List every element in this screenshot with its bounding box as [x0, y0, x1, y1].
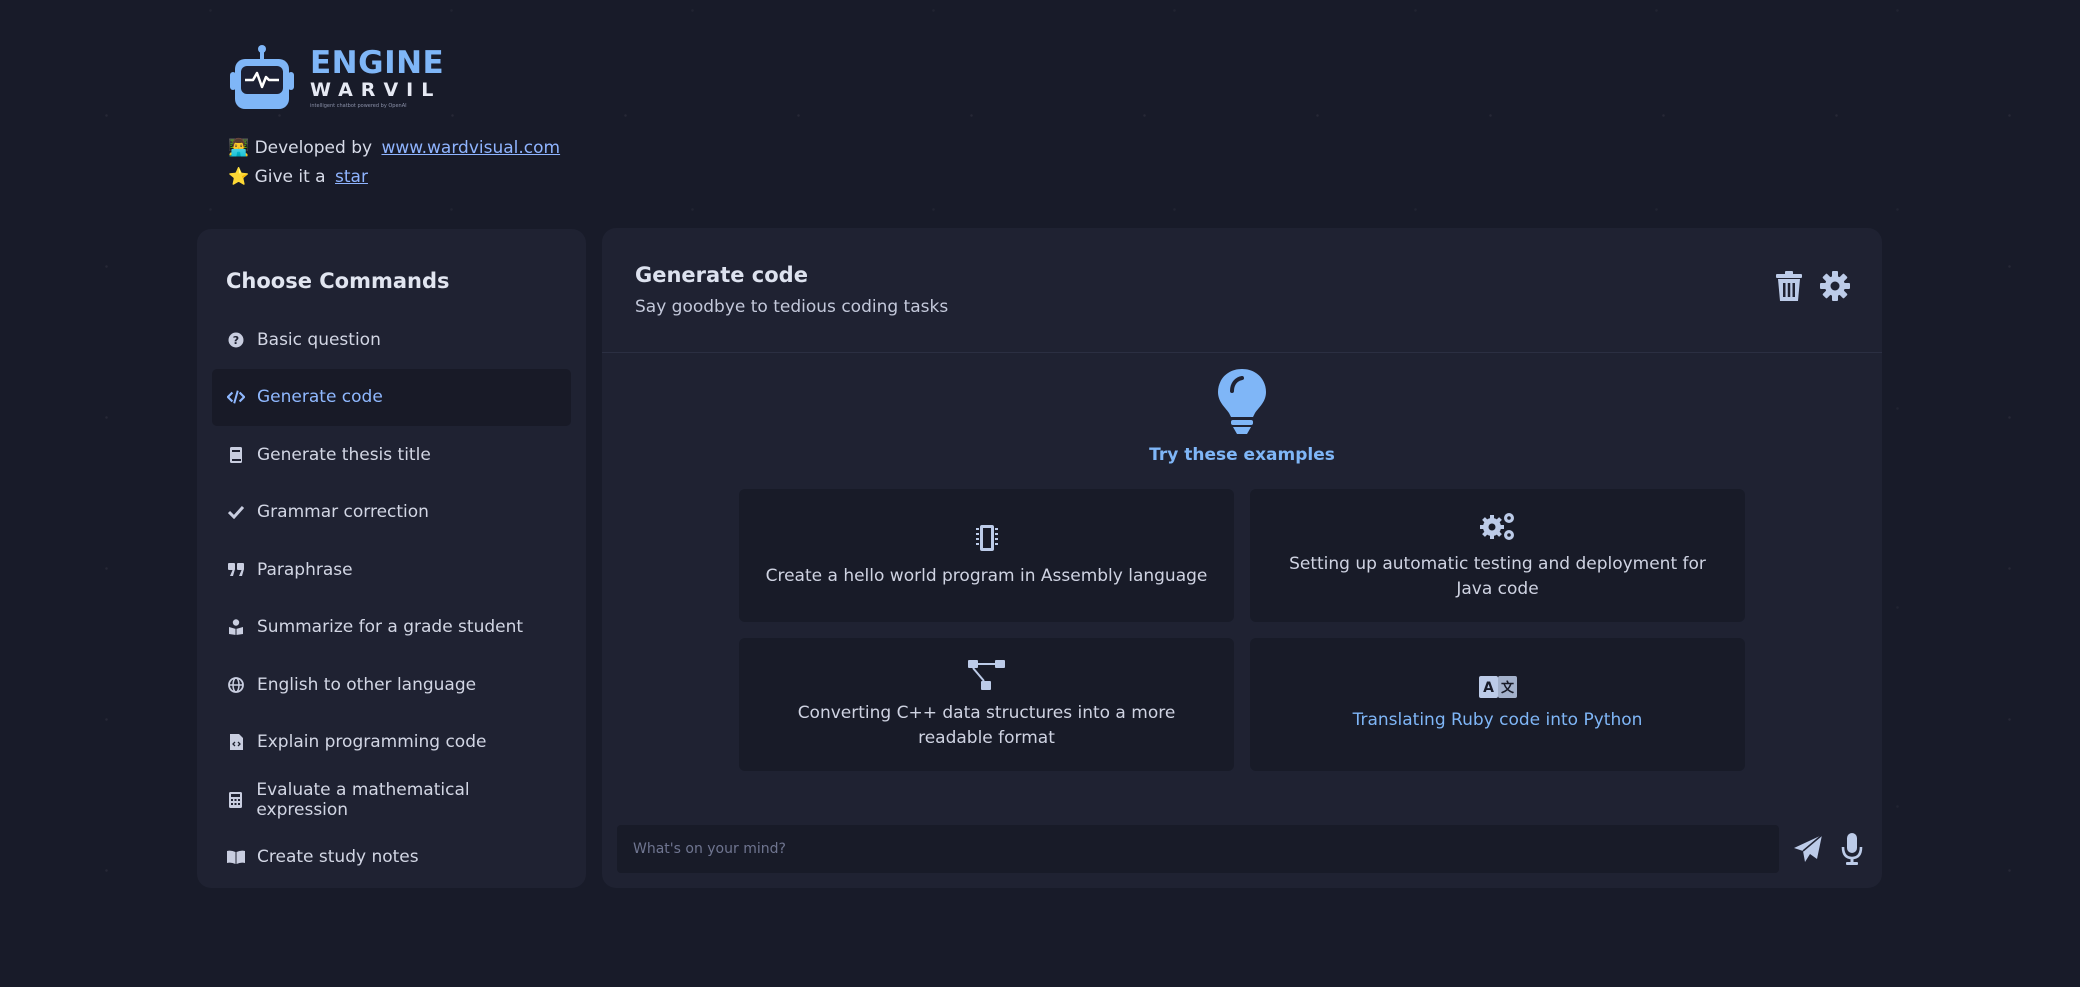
sidebar-item-label: Generate thesis title: [257, 444, 431, 465]
code-icon: [227, 388, 245, 406]
star-label: ⭐ Give it a: [228, 167, 326, 187]
globe-icon: [227, 676, 245, 694]
svg-text:文: 文: [1500, 680, 1514, 696]
lightbulb-icon: [1218, 369, 1266, 434]
microchip-icon: [975, 525, 998, 551]
page-subtitle: Say goodbye to tedious coding tasks: [635, 297, 949, 317]
header: ENGINE WARVIL intelligent chatbot powere…: [228, 44, 560, 192]
microphone-button[interactable]: [1837, 833, 1867, 865]
sidebar-item-explain-code[interactable]: Explain programming code: [212, 714, 571, 772]
sidebar-item-summarize[interactable]: Summarize for a grade student: [212, 599, 571, 657]
open-book-icon: [227, 848, 245, 866]
settings-button[interactable]: [1820, 270, 1850, 302]
developer-link[interactable]: www.wardvisual.com: [381, 138, 560, 158]
svg-text:?: ?: [233, 334, 239, 347]
sidebar-item-label: Basic question: [257, 329, 381, 350]
examples-section: Try these examples Create a hello world …: [602, 367, 1882, 771]
sidebar-item-english-translate[interactable]: English to other language: [212, 656, 571, 714]
star-line: ⭐ Give it a star: [228, 163, 560, 192]
logo-name-bottom: WARVIL: [310, 78, 442, 101]
svg-text:A: A: [1483, 680, 1494, 696]
student-icon: [227, 618, 245, 636]
sidebar-item-study-notes[interactable]: Create study notes: [212, 829, 571, 887]
gears-icon: [1479, 512, 1514, 540]
microphone-icon: [1841, 833, 1863, 865]
trash-icon: [1776, 271, 1802, 301]
gear-icon: [1820, 271, 1850, 301]
robot-logo-icon: [230, 45, 294, 109]
example-card-ruby-python[interactable]: A 文 Translating Ruby code into Python: [1250, 638, 1745, 771]
sidebar-item-label: Create study notes: [257, 847, 419, 868]
sitemap-icon: [967, 659, 1005, 690]
example-card-assembly[interactable]: Create a hello world program in Assembly…: [739, 489, 1234, 622]
examples-grid: Create a hello world program in Assembly…: [739, 489, 1745, 771]
chat-input-row: [617, 825, 1867, 873]
sidebar-item-generate-code[interactable]: Generate code: [212, 368, 571, 426]
book-icon: [227, 446, 245, 464]
file-code-icon: [227, 733, 245, 751]
question-circle-icon: ?: [227, 331, 245, 349]
calculator-icon: [227, 791, 244, 809]
logo-name-top: ENGINE: [310, 44, 445, 81]
chat-panel: Generate code Say goodbye to tedious cod…: [602, 228, 1882, 888]
example-text: Setting up automatic testing and deploym…: [1289, 553, 1706, 599]
sidebar-item-grammar-correction[interactable]: Grammar correction: [212, 484, 571, 542]
logo-tagline: intelligent chatbot powered by OpenAI: [310, 102, 407, 109]
logo[interactable]: ENGINE WARVIL intelligent chatbot powere…: [228, 44, 560, 112]
example-card-cpp[interactable]: Converting C++ data structures into a mo…: [739, 638, 1234, 771]
credits: 👨‍💻 Developed by www.wardvisual.com ⭐ Gi…: [228, 134, 560, 192]
sidebar-item-label: Generate code: [257, 387, 383, 408]
sidebar-item-label: Explain programming code: [257, 732, 487, 753]
developed-by-label: 👨‍💻 Developed by: [228, 138, 373, 158]
sidebar-item-label: Grammar correction: [257, 502, 429, 523]
quote-icon: [227, 561, 245, 579]
clear-chat-button[interactable]: [1774, 270, 1804, 302]
examples-heading: Try these examples: [1149, 445, 1335, 465]
sidebar-item-label: Evaluate a mathematical expression: [256, 779, 470, 820]
page-title: Generate code: [635, 263, 808, 287]
check-icon: [227, 503, 245, 521]
send-button[interactable]: [1791, 833, 1825, 865]
example-text: Converting C++ data structures into a mo…: [797, 702, 1176, 748]
commands-sidebar: Choose Commands ? Basic question Generat…: [197, 229, 586, 888]
commands-list: ? Basic question Generate code Generate …: [212, 311, 571, 886]
sidebar-item-label: Paraphrase: [257, 559, 353, 580]
example-card-java-ci[interactable]: Setting up automatic testing and deploym…: [1250, 489, 1745, 622]
sidebar-item-evaluate-math[interactable]: Evaluate a mathematical expression: [212, 771, 571, 829]
sidebar-item-basic-question[interactable]: ? Basic question: [212, 311, 571, 369]
sidebar-item-thesis-title[interactable]: Generate thesis title: [212, 426, 571, 484]
sidebar-title: Choose Commands: [226, 269, 450, 293]
translate-icon: A 文: [1478, 676, 1517, 698]
sidebar-item-label: Summarize for a grade student: [257, 617, 524, 638]
example-text: Translating Ruby code into Python: [1352, 710, 1643, 730]
chat-header: Generate code Say goodbye to tedious cod…: [602, 228, 1882, 353]
paper-plane-icon: [1794, 834, 1823, 862]
header-actions: [1774, 270, 1850, 302]
example-text: Create a hello world program in Assembly…: [765, 566, 1208, 586]
star-link[interactable]: star: [335, 167, 368, 187]
developed-by-line: 👨‍💻 Developed by www.wardvisual.com: [228, 134, 560, 163]
sidebar-item-paraphrase[interactable]: Paraphrase: [212, 541, 571, 599]
sidebar-item-label: English to other language: [257, 674, 477, 695]
chat-input[interactable]: [617, 825, 1779, 873]
